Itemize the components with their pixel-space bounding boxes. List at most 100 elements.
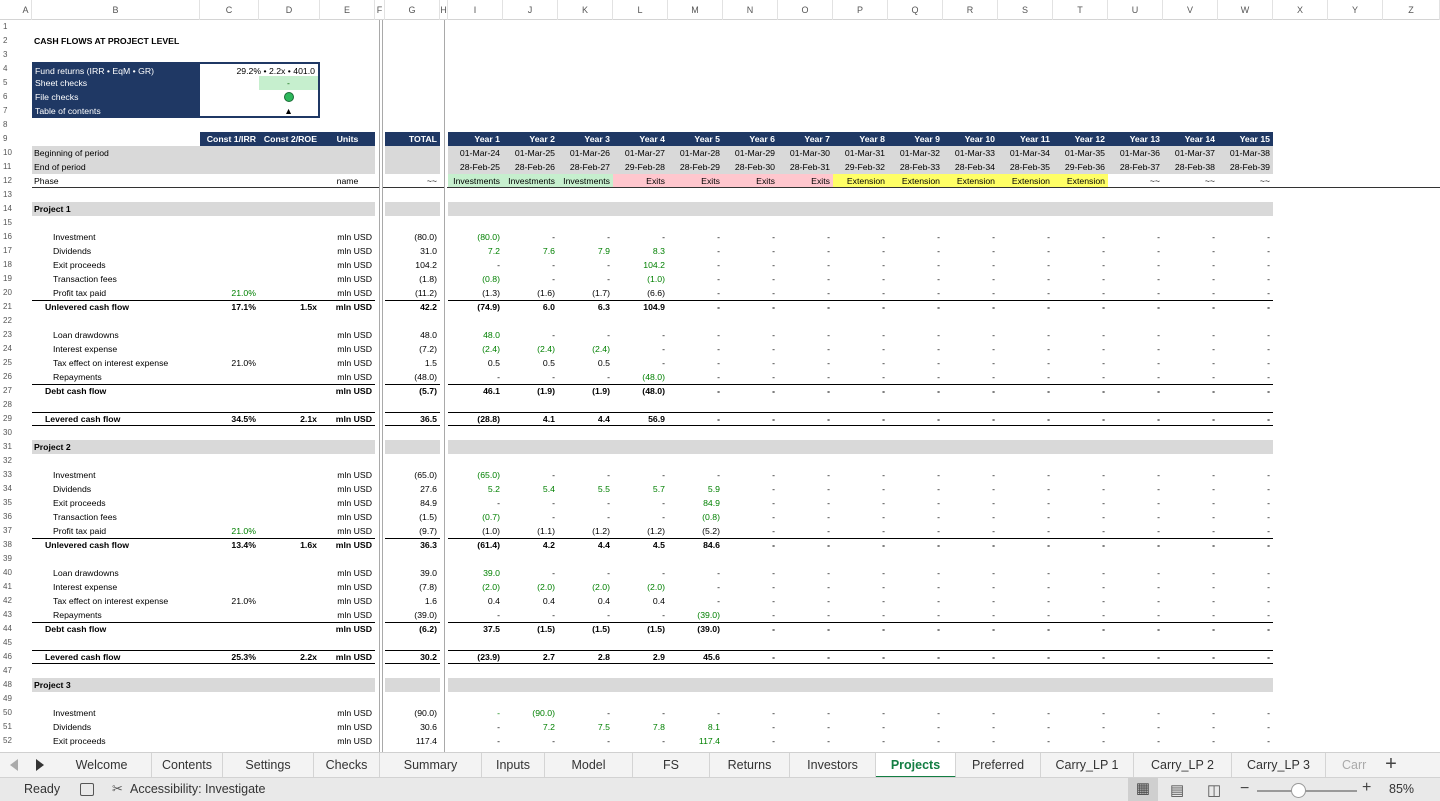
page-break-view-icon[interactable]: ◫ [1207, 781, 1221, 799]
year-value[interactable]: (1.0) [613, 272, 668, 286]
year-value[interactable]: - [668, 230, 723, 244]
year-value[interactable]: - [448, 734, 503, 748]
year-value[interactable]: - [778, 370, 833, 384]
year-value[interactable]: - [1218, 510, 1273, 524]
sheet-tab-contents[interactable]: Contents [152, 753, 223, 778]
units-value[interactable]: mln USD [320, 706, 375, 720]
year-value[interactable]: - [833, 384, 888, 398]
year-value[interactable]: - [833, 258, 888, 272]
year-value[interactable]: - [833, 594, 888, 608]
year-value[interactable]: - [1108, 566, 1163, 580]
sheet-title[interactable]: CASH FLOWS AT PROJECT LEVEL [32, 34, 200, 48]
year-value[interactable]: - [1108, 496, 1163, 510]
total-row-label[interactable]: Unlevered cash flow [32, 300, 200, 314]
column-header-o[interactable]: O [778, 0, 833, 20]
row-number[interactable]: 5 [0, 76, 20, 90]
year-value[interactable]: - [888, 566, 943, 580]
year-value[interactable]: - [1053, 524, 1108, 538]
year-value[interactable]: 46.1 [448, 384, 503, 398]
year-value[interactable]: - [1163, 272, 1218, 286]
year-value[interactable]: (23.9) [448, 650, 503, 664]
total-value[interactable]: (90.0) [385, 706, 440, 720]
year-value[interactable]: - [998, 342, 1053, 356]
year-value[interactable]: - [1053, 496, 1108, 510]
total-row-label[interactable]: Levered cash flow [32, 650, 200, 664]
year-value[interactable]: - [888, 608, 943, 622]
year-value[interactable]: 0.4 [558, 594, 613, 608]
year-value[interactable]: - [833, 468, 888, 482]
year-value[interactable]: - [1163, 244, 1218, 258]
accessibility-icon[interactable]: ✂ [112, 781, 123, 797]
year-value[interactable]: - [1218, 594, 1273, 608]
year-value[interactable]: - [998, 370, 1053, 384]
year-value[interactable]: - [1218, 706, 1273, 720]
year-value[interactable]: (1.6) [503, 286, 558, 300]
year-value[interactable]: 5.4 [503, 482, 558, 496]
year-value[interactable]: - [943, 706, 998, 720]
year-value[interactable]: - [558, 608, 613, 622]
header-year[interactable]: Year 7 [778, 132, 833, 146]
year-value[interactable]: (1.3) [448, 286, 503, 300]
year-value[interactable]: - [778, 650, 833, 664]
row-number[interactable]: 49 [0, 692, 20, 706]
year-value[interactable]: - [613, 510, 668, 524]
year-value[interactable]: - [1108, 384, 1163, 398]
line-item-label[interactable]: Tax effect on interest expense [32, 594, 200, 608]
year-value[interactable]: - [1218, 356, 1273, 370]
year-value[interactable]: - [723, 538, 778, 552]
column-header-p[interactable]: P [833, 0, 888, 20]
year-value[interactable]: - [723, 734, 778, 748]
year-value[interactable]: 117.4 [668, 734, 723, 748]
year-value[interactable]: - [723, 300, 778, 314]
total-value[interactable]: 117.4 [385, 734, 440, 748]
column-header-e[interactable]: E [320, 0, 375, 20]
year-value[interactable]: 39.0 [448, 566, 503, 580]
year-value[interactable]: - [503, 230, 558, 244]
year-value[interactable]: - [558, 272, 613, 286]
units-value[interactable]: mln USD [320, 622, 375, 636]
row-number[interactable]: 48 [0, 678, 20, 692]
fund-box-label[interactable]: Table of contents [32, 104, 200, 118]
year-value[interactable]: - [1163, 594, 1218, 608]
year-value[interactable]: - [778, 496, 833, 510]
row-number[interactable]: 50 [0, 706, 20, 720]
year-value[interactable]: - [888, 706, 943, 720]
year-value[interactable]: (0.7) [448, 510, 503, 524]
column-header-n[interactable]: N [723, 0, 778, 20]
column-header-l[interactable]: L [613, 0, 668, 20]
year-value[interactable]: - [833, 538, 888, 552]
units-value[interactable]: mln USD [320, 244, 375, 258]
period-start-date[interactable]: 01-Mar-37 [1163, 146, 1218, 160]
units-value[interactable]: mln USD [320, 384, 375, 398]
period-end-date[interactable]: 29-Feb-36 [1053, 160, 1108, 174]
sheet-tab-model[interactable]: Model [545, 753, 633, 778]
year-value[interactable]: - [888, 286, 943, 300]
year-value[interactable]: - [503, 566, 558, 580]
line-item-label[interactable]: Exit proceeds [32, 258, 200, 272]
year-value[interactable]: - [1163, 468, 1218, 482]
total-row-label[interactable]: Debt cash flow [32, 622, 200, 636]
year-value[interactable]: - [723, 482, 778, 496]
section-title[interactable]: Project 1 [32, 202, 200, 216]
line-item-label[interactable]: Exit proceeds [32, 734, 200, 748]
year-value[interactable]: - [1053, 258, 1108, 272]
year-value[interactable]: - [998, 650, 1053, 664]
units-value[interactable]: mln USD [320, 258, 375, 272]
row-number[interactable]: 47 [0, 664, 20, 678]
year-value[interactable]: - [723, 720, 778, 734]
year-value[interactable]: - [668, 594, 723, 608]
row-number[interactable]: 32 [0, 454, 20, 468]
year-value[interactable]: - [888, 356, 943, 370]
line-item-label[interactable]: Interest expense [32, 342, 200, 356]
column-header-q[interactable]: Q [888, 0, 943, 20]
year-value[interactable]: 5.2 [448, 482, 503, 496]
header-year[interactable]: Year 15 [1218, 132, 1273, 146]
year-value[interactable]: - [778, 720, 833, 734]
year-value[interactable]: 7.5 [558, 720, 613, 734]
year-value[interactable]: - [888, 258, 943, 272]
year-value[interactable]: - [613, 328, 668, 342]
year-value[interactable]: - [1218, 580, 1273, 594]
year-value[interactable]: - [1108, 244, 1163, 258]
row-number[interactable]: 41 [0, 580, 20, 594]
year-value[interactable]: - [1163, 370, 1218, 384]
